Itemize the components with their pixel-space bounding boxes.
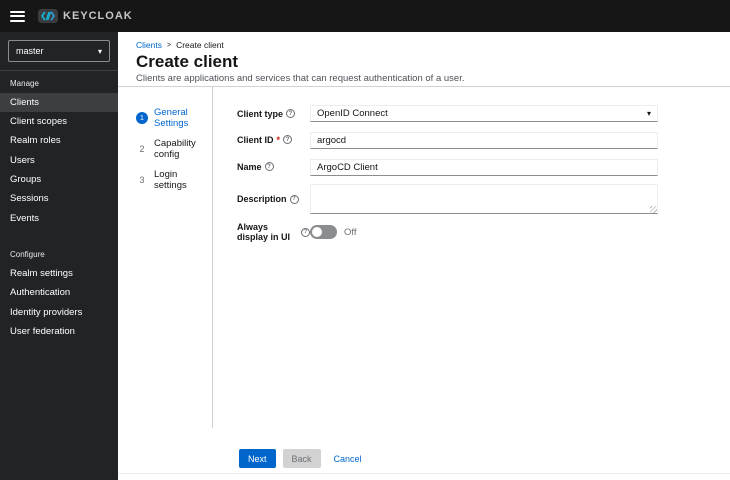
step-label: Capability config xyxy=(154,138,196,160)
field-label-text: Client ID xyxy=(237,134,274,145)
client-type-select[interactable]: OpenID Connect ▾ xyxy=(310,105,658,122)
sidebar-item-events[interactable]: Events xyxy=(0,209,118,228)
breadcrumb: Clients > Create client xyxy=(136,40,224,50)
nav-group-label: Manage xyxy=(10,79,39,88)
field-label: Name ? xyxy=(237,162,310,172)
form-row-always-display: Always display in UI ? Off xyxy=(237,222,658,242)
always-display-toggle[interactable] xyxy=(310,225,337,239)
wizard-steps-nav: 1 General Settings 2 Capability config 3… xyxy=(118,87,213,428)
nav-group-label: Configure xyxy=(10,250,45,260)
breadcrumb-link-clients[interactable]: Clients xyxy=(136,40,162,50)
sidebar-item-clients[interactable]: Clients xyxy=(0,93,118,113)
sidebar-item-user-federation[interactable]: User federation xyxy=(0,322,118,341)
form-row-client-id: Client ID * ? xyxy=(237,130,658,149)
next-button[interactable]: Next xyxy=(239,449,276,468)
help-icon[interactable]: ? xyxy=(264,162,274,171)
step-label: General Settings xyxy=(154,107,189,129)
breadcrumb-separator-icon: > xyxy=(166,41,172,49)
toggle-state-label: Off xyxy=(344,226,357,238)
sidebar-item-sessions[interactable]: Sessions xyxy=(0,190,118,209)
help-icon[interactable]: ? xyxy=(283,135,293,144)
sidebar-item-realm-roles[interactable]: Realm roles xyxy=(0,132,118,151)
name-input[interactable] xyxy=(310,159,658,176)
chevron-down-icon: ▾ xyxy=(97,46,102,56)
sidebar-item-groups[interactable]: Groups xyxy=(0,170,118,189)
sidebar-item-client-scopes[interactable]: Client scopes xyxy=(0,112,118,131)
description-textarea[interactable] xyxy=(310,184,658,214)
form-row-description: Description ? xyxy=(237,184,658,214)
chevron-down-icon: ▾ xyxy=(646,109,651,118)
step-label: Login settings xyxy=(154,169,187,191)
form-row-name: Name ? xyxy=(237,157,658,176)
help-icon[interactable]: ? xyxy=(289,194,299,204)
wizard-step-login-settings[interactable]: 3 Login settings xyxy=(136,169,212,191)
bottom-divider xyxy=(118,473,730,474)
wizard-footer: Next Back Cancel xyxy=(239,449,362,468)
page-subtitle: Clients are applications and services th… xyxy=(136,73,465,84)
realm-selector-value: master xyxy=(16,46,44,56)
masthead: KEYCLOAK xyxy=(0,0,730,32)
field-label: Client ID * ? xyxy=(237,135,310,145)
keycloak-logo-icon xyxy=(38,9,58,23)
field-label-text: Description xyxy=(237,194,287,204)
logo-text: KEYCLOAK xyxy=(63,10,133,22)
required-marker: * xyxy=(276,134,281,145)
sidebar-item-authentication[interactable]: Authentication xyxy=(0,284,118,303)
step-number-badge: 1 xyxy=(136,112,148,124)
wizard-step-capability-config[interactable]: 2 Capability config xyxy=(136,138,212,160)
help-icon[interactable]: ? xyxy=(286,109,296,118)
step-number: 3 xyxy=(139,175,145,185)
nav-group-manage: Manage Clients Client scopes Realm roles… xyxy=(0,71,118,228)
back-button[interactable]: Back xyxy=(282,449,321,468)
main-content: Clients > Create client Create client Cl… xyxy=(118,32,730,480)
toggle-knob xyxy=(312,227,322,237)
menu-icon[interactable] xyxy=(10,8,25,24)
client-id-input[interactable] xyxy=(310,132,658,149)
realm-selector[interactable]: master ▾ xyxy=(8,40,110,62)
sidebar-item-users[interactable]: Users xyxy=(0,151,118,170)
form-row-client-type: Client type ? OpenID Connect ▾ xyxy=(237,105,658,122)
step-number: 2 xyxy=(139,144,145,154)
breadcrumb-current: Create client xyxy=(176,40,224,50)
help-icon[interactable]: ? xyxy=(301,227,310,237)
sidebar-item-identity-providers[interactable]: Identity providers xyxy=(0,303,118,322)
field-label-text: Always display in UI xyxy=(237,222,291,242)
general-settings-form: Client type ? OpenID Connect ▾ Client ID… xyxy=(237,105,658,250)
wizard-step-general-settings[interactable]: 1 General Settings xyxy=(136,107,212,129)
sidebar: master ▾ Manage Clients Client scopes Re… xyxy=(0,32,118,480)
field-label: Description ? xyxy=(237,194,310,204)
field-label-text: Client type xyxy=(237,108,284,119)
nav-group-configure: Configure Realm settings Authentication … xyxy=(0,242,118,341)
field-label: Client type ? xyxy=(237,109,310,119)
field-label-text: Name xyxy=(237,161,262,172)
cancel-link[interactable]: Cancel xyxy=(334,454,362,464)
sidebar-item-realm-settings[interactable]: Realm settings xyxy=(0,264,118,283)
field-label: Always display in UI ? xyxy=(237,222,310,242)
client-type-value: OpenID Connect xyxy=(317,108,388,119)
page-title: Create client xyxy=(136,52,239,71)
keycloak-logo: KEYCLOAK xyxy=(38,9,133,23)
